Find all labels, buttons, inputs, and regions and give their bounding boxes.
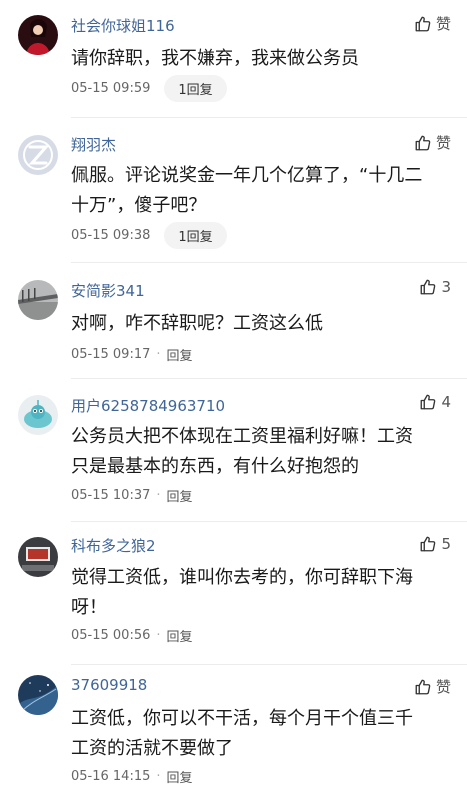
avatar[interactable] [18, 675, 58, 715]
thumbs-up-icon [419, 393, 437, 411]
comment-item: 社会你球姐116 赞 请你辞职，我不嫌弃，我来做公务员 05-15 09:59 … [0, 0, 467, 118]
comment-text: 佩服。评论说奖金一年几个亿算了，“十几二 十万”，傻子吧？ [71, 165, 423, 216]
reply-button[interactable]: 1回复 [164, 222, 227, 249]
username[interactable]: 安简影341 [71, 280, 145, 301]
like-button[interactable]: 5 [419, 535, 451, 553]
comment-item: 37609918 赞 工资低，你可以不干活，每个月干个值三千 工资的活就不要做了… [0, 665, 467, 800]
reply-button[interactable]: 1回复 [164, 75, 227, 102]
comment-text: 对啊，咋不辞职呢？工资这么低 [71, 313, 323, 334]
avatar[interactable] [18, 280, 58, 320]
reply-button[interactable]: 回复 [167, 626, 193, 645]
thumbs-up-icon [414, 134, 432, 152]
separator-dot: · [156, 769, 161, 784]
like-count: 5 [441, 535, 451, 553]
like-count: 赞 [435, 15, 451, 33]
comment-item: 用户6258784963710 4 公务员大把不体现在工资里福利好嘛！工资 只是… [0, 379, 467, 522]
comment-meta: 05-15 00:56 · 回复 [71, 626, 193, 645]
comment-text: 公务员大把不体现在工资里福利好嘛！工资 只是最基本的东西，有什么好抱怨的 [71, 426, 413, 477]
avatar[interactable] [18, 135, 58, 175]
like-button[interactable]: 赞 [414, 13, 451, 34]
separator-dot: · [156, 628, 161, 643]
comment-meta: 05-15 09:59 1回复 [71, 75, 227, 102]
like-button[interactable]: 3 [419, 278, 451, 296]
comment-text: 请你辞职，我不嫌弃，我来做公务员 [71, 48, 359, 69]
timestamp: 05-15 09:17 [71, 347, 151, 362]
avatar[interactable] [18, 15, 58, 55]
reply-button[interactable]: 回复 [167, 486, 193, 505]
comment-text: 工资低，你可以不干活，每个月干个值三千 工资的活就不要做了 [71, 708, 413, 759]
username[interactable]: 37609918 [71, 676, 147, 694]
like-count: 4 [441, 393, 451, 411]
comment-item: 安简影341 3 对啊，咋不辞职呢？工资这么低 05-15 09:17 · 回复 [0, 263, 467, 379]
comment-text: 觉得工资低，谁叫你去考的，你可辞职下海 呀！ [71, 567, 413, 618]
avatar[interactable] [18, 537, 58, 577]
comment-meta: 05-15 09:17 · 回复 [71, 345, 193, 364]
username[interactable]: 用户6258784963710 [71, 395, 225, 416]
username[interactable]: 科布多之狼2 [71, 535, 156, 556]
like-count: 3 [441, 278, 451, 296]
comment-item: 科布多之狼2 5 觉得工资低，谁叫你去考的，你可辞职下海 呀！ 05-15 00… [0, 522, 467, 665]
reply-button[interactable]: 回复 [167, 767, 193, 786]
timestamp: 05-16 14:15 [71, 769, 151, 784]
thumbs-up-icon [419, 278, 437, 296]
comment-meta: 05-15 10:37 · 回复 [71, 486, 193, 505]
like-count: 赞 [435, 134, 451, 152]
thumbs-up-icon [419, 535, 437, 553]
separator-dot: · [156, 488, 161, 503]
timestamp: 05-15 09:38 [71, 228, 151, 243]
timestamp: 05-15 09:59 [71, 81, 151, 96]
like-button[interactable]: 赞 [414, 132, 451, 153]
timestamp: 05-15 00:56 [71, 628, 151, 643]
avatar[interactable] [18, 395, 58, 435]
username[interactable]: 翔羽杰 [71, 134, 116, 155]
comment-meta: 05-16 14:15 · 回复 [71, 767, 193, 786]
comment-meta: 05-15 09:38 1回复 [71, 222, 227, 249]
like-button[interactable]: 4 [419, 393, 451, 411]
thumbs-up-icon [414, 678, 432, 696]
timestamp: 05-15 10:37 [71, 488, 151, 503]
reply-button[interactable]: 回复 [167, 345, 193, 364]
like-count: 赞 [435, 678, 451, 696]
thumbs-up-icon [414, 15, 432, 33]
username[interactable]: 社会你球姐116 [71, 15, 175, 36]
like-button[interactable]: 赞 [414, 676, 451, 697]
separator-dot: · [156, 347, 161, 362]
comment-item: 翔羽杰 赞 佩服。评论说奖金一年几个亿算了，“十几二 十万”，傻子吧？ 05-1… [0, 118, 467, 263]
